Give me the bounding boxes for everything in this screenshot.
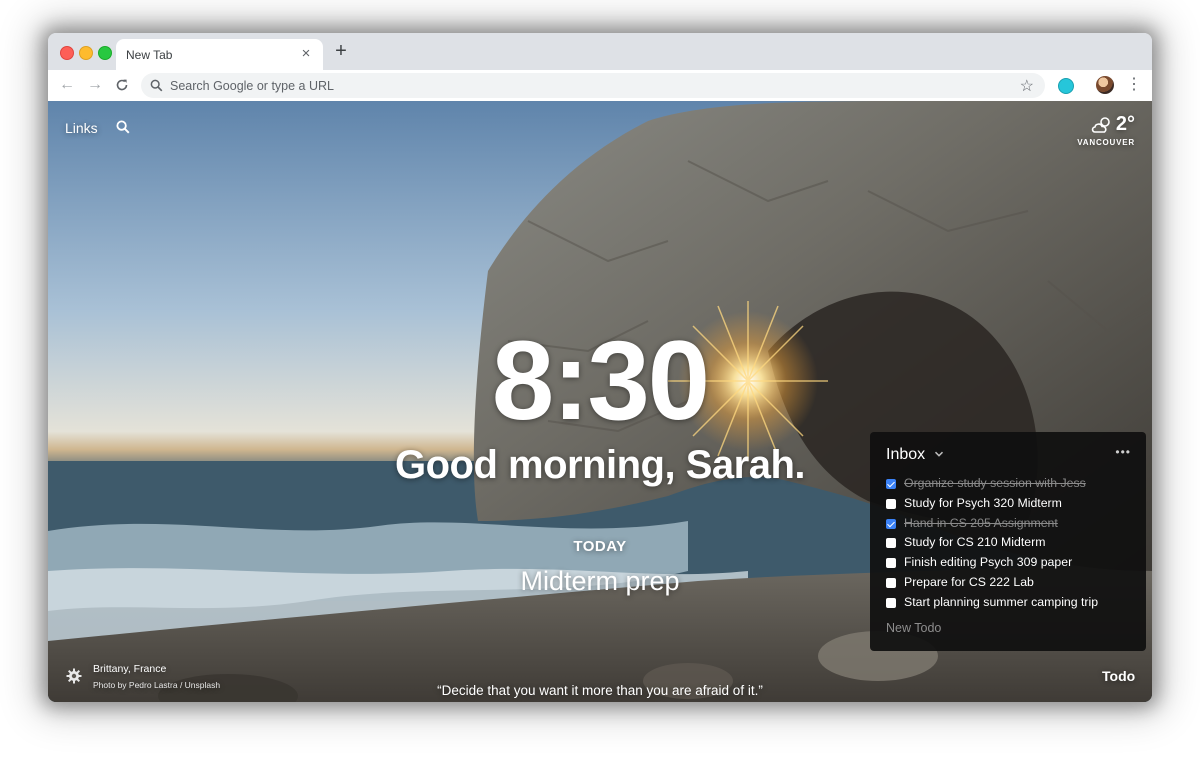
close-tab-icon[interactable]: ×: [298, 46, 314, 62]
todo-checkbox[interactable]: [886, 577, 896, 588]
todo-panel: Inbox ••• Organize study session with Je…: [870, 432, 1146, 651]
quote[interactable]: “Decide that you want it more than you a…: [48, 683, 1152, 698]
todo-checkbox[interactable]: [886, 597, 896, 608]
clock-time: 8:30: [491, 318, 710, 443]
profile-avatar[interactable]: [1096, 76, 1114, 94]
todo-checkbox[interactable]: [886, 518, 896, 529]
tab-bar: New Tab × +: [48, 33, 1152, 70]
omnibox[interactable]: Search Google or type a URL ☆: [141, 73, 1045, 98]
todo-item-text: Start planning summer camping trip: [904, 594, 1099, 609]
todo-item-text: Study for Psych 320 Midterm: [904, 495, 1062, 510]
chevron-down-icon[interactable]: [934, 449, 944, 459]
todo-item[interactable]: Start planning summer camping trip: [886, 594, 1136, 614]
search-icon: [150, 79, 163, 92]
todo-list-name[interactable]: Inbox: [886, 446, 925, 464]
photo-location[interactable]: Brittany, France: [93, 663, 166, 675]
todo-checkbox[interactable]: [886, 498, 896, 509]
todo-toggle-button[interactable]: Todo: [1102, 668, 1135, 684]
momentum-dashboard: Links 2° VANCOUVER 8:30 Good morning, Sa…: [48, 101, 1152, 702]
todo-item-text: Hand in CS 205 Assignment: [904, 515, 1058, 530]
todo-item[interactable]: Hand in CS 205 Assignment: [886, 515, 1136, 535]
extension-icon[interactable]: [1058, 78, 1074, 94]
browser-window: New Tab × + ← → Search Google or type a …: [48, 33, 1152, 702]
minimize-window-button[interactable]: [79, 46, 93, 60]
todo-checkbox[interactable]: [886, 558, 896, 569]
more-options-icon[interactable]: •••: [1115, 445, 1131, 459]
reload-icon[interactable]: [112, 75, 132, 95]
new-tab-button[interactable]: +: [331, 41, 351, 61]
todo-item-text: Prepare for CS 222 Lab: [904, 574, 1034, 589]
omnibox-input[interactable]: Search Google or type a URL: [170, 79, 334, 93]
browser-toolbar: ← → Search Google or type a URL ☆ ⋮: [48, 70, 1152, 102]
partly-cloudy-icon: [1091, 116, 1110, 133]
todo-item-text: Study for CS 210 Midterm: [904, 535, 1046, 550]
todo-item[interactable]: Prepare for CS 222 Lab: [886, 574, 1136, 594]
close-window-button[interactable]: [60, 46, 74, 60]
forward-arrow-icon[interactable]: →: [85, 75, 105, 95]
weather-location: VANCOUVER: [1077, 138, 1135, 147]
todo-item[interactable]: Study for CS 210 Midterm: [886, 534, 1136, 554]
more-vert-icon[interactable]: ⋮: [1126, 75, 1142, 95]
todo-item[interactable]: Study for Psych 320 Midterm: [886, 495, 1136, 515]
weather-widget[interactable]: 2° VANCOUVER: [1045, 113, 1135, 147]
tab-new-tab[interactable]: New Tab ×: [116, 39, 323, 70]
todo-checkbox[interactable]: [886, 479, 896, 489]
weather-temperature: 2°: [1115, 113, 1135, 135]
new-todo-input[interactable]: New Todo: [886, 621, 941, 635]
todo-item[interactable]: Organize study session with Jess: [886, 475, 1136, 495]
todo-item[interactable]: Finish editing Psych 309 paper: [886, 554, 1136, 574]
maximize-window-button[interactable]: [98, 46, 112, 60]
search-icon[interactable]: [116, 120, 130, 134]
bookmark-star-icon[interactable]: ☆: [1020, 76, 1034, 96]
back-arrow-icon[interactable]: ←: [57, 75, 77, 95]
links-button[interactable]: Links: [65, 120, 98, 136]
todo-item-text: Finish editing Psych 309 paper: [904, 555, 1073, 570]
todo-checkbox[interactable]: [886, 538, 896, 549]
todo-item-text: Organize study session with Jess: [904, 476, 1086, 490]
todo-list: Organize study session with Jess Study fo…: [886, 475, 1136, 614]
gear-icon[interactable]: [66, 668, 82, 684]
tab-title: New Tab: [126, 48, 173, 62]
